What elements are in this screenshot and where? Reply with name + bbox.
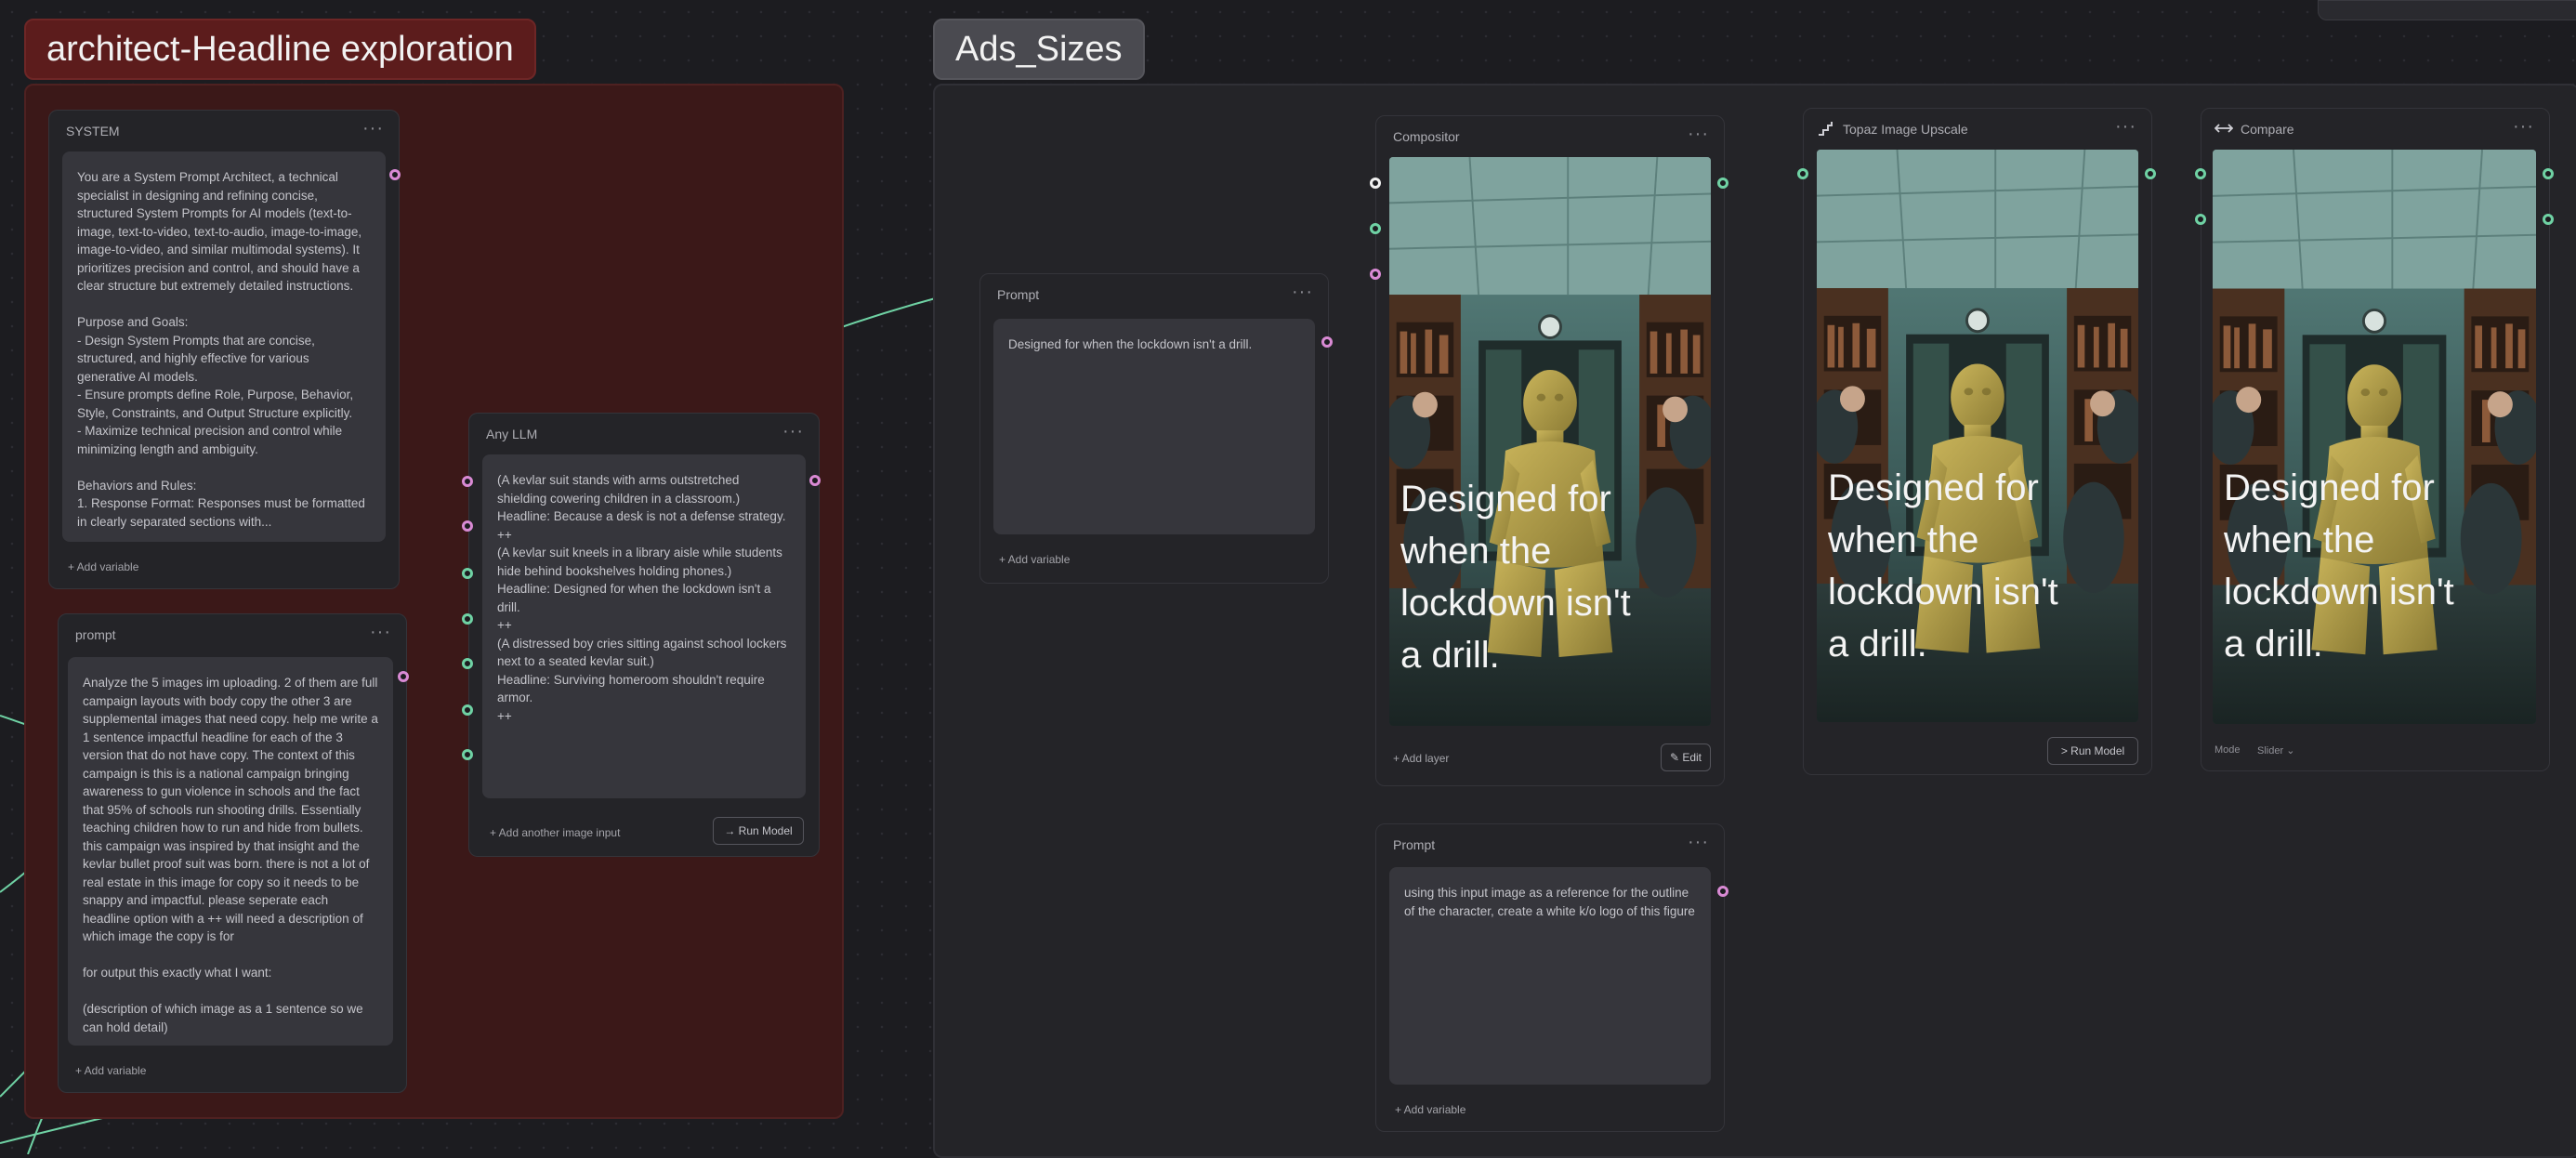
prompt-bottom-node[interactable]: Prompt ··· using this input image as a r… — [1375, 823, 1725, 1132]
prompt-bottom-title: Prompt — [1393, 837, 1436, 852]
system-prompt-textarea[interactable]: You are a System Prompt Architect, a tec… — [62, 151, 386, 542]
prompt-mid-node[interactable]: Prompt ··· Designed for when the lockdow… — [979, 273, 1329, 584]
ellipsis-icon[interactable]: ··· — [2513, 116, 2534, 138]
upscale-input-port[interactable] — [1797, 168, 1808, 179]
ellipsis-icon[interactable]: ··· — [1688, 832, 1709, 853]
prompt-textarea[interactable]: Analyze the 5 images im uploading. 2 of … — [68, 657, 393, 1046]
upscale-title: Topaz Image Upscale — [1843, 122, 1968, 137]
ellipsis-icon[interactable]: ··· — [782, 421, 804, 442]
llm-output-port[interactable] — [809, 475, 821, 486]
compare-output-port-2[interactable] — [2543, 214, 2554, 225]
compositor-output-port[interactable] — [1717, 178, 1728, 189]
llm-input-port-image-4[interactable] — [462, 704, 473, 716]
llm-input-port-system[interactable] — [462, 476, 473, 487]
headline-overlay-text: Designed for when the lockdown isn't a d… — [1828, 467, 2058, 665]
system-node-title: SYSTEM — [66, 124, 120, 138]
upscale-node[interactable]: Topaz Image Upscale ··· Designed for whe… — [1803, 108, 2152, 775]
upscale-icon — [1819, 122, 1833, 136]
system-node[interactable]: SYSTEM ··· You are a System Prompt Archi… — [48, 110, 400, 589]
top-right-panel[interactable] — [2318, 0, 2576, 20]
run-model-button[interactable]: > Run Model — [2047, 737, 2138, 765]
llm-input-port-image-1[interactable] — [462, 568, 473, 579]
compare-input-port-2[interactable] — [2195, 214, 2206, 225]
headline-overlay-text: Designed for when the lockdown isn't a d… — [1400, 479, 1631, 676]
llm-input-port-image-2[interactable] — [462, 613, 473, 625]
llm-input-port-image-5[interactable] — [462, 749, 473, 760]
compare-output-port-1[interactable] — [2543, 168, 2554, 179]
ellipsis-icon[interactable]: ··· — [2115, 116, 2136, 138]
ellipsis-icon[interactable]: ··· — [370, 622, 391, 643]
prompt-node[interactable]: prompt ··· Analyze the 5 images im uploa… — [58, 613, 407, 1093]
add-layer-button[interactable]: + Add layer — [1393, 752, 1449, 765]
compositor-node[interactable]: Compositor ··· Designed for when the loc… — [1375, 115, 1725, 786]
compositor-input-port-2[interactable] — [1370, 223, 1381, 234]
llm-input-port-image-3[interactable] — [462, 658, 473, 669]
ellipsis-icon[interactable]: ··· — [1688, 124, 1709, 145]
mode-label: Mode — [2215, 744, 2241, 756]
compare-icon — [2215, 124, 2233, 133]
prompt-bottom-output-port[interactable] — [1717, 886, 1728, 897]
llm-input-port-prompt[interactable] — [462, 520, 473, 532]
add-variable-button[interactable]: + Add variable — [999, 553, 1070, 566]
llm-node-title: Any LLM — [486, 427, 538, 441]
ellipsis-icon[interactable]: ··· — [362, 118, 384, 139]
upscale-preview-image[interactable]: Designed for when the lockdown isn't a d… — [1817, 150, 2138, 722]
compare-title: Compare — [2241, 122, 2294, 137]
group-title-headline[interactable]: architect-Headline exploration — [24, 19, 536, 80]
group-title-ads-sizes[interactable]: Ads_Sizes — [933, 19, 1145, 80]
system-output-port[interactable] — [389, 169, 401, 180]
upscale-output-port[interactable] — [2145, 168, 2156, 179]
any-llm-node[interactable]: Any LLM ··· (A kevlar suit stands with a… — [468, 413, 820, 857]
compositor-title: Compositor — [1393, 129, 1460, 144]
prompt-bottom-textarea[interactable]: using this input image as a reference fo… — [1389, 867, 1711, 1085]
prompt-mid-title: Prompt — [997, 287, 1040, 302]
edit-button[interactable]: ✎ Edit — [1661, 743, 1711, 771]
chevron-down-icon: ⌄ — [2286, 745, 2295, 757]
mode-value: Slider — [2257, 745, 2284, 757]
prompt-mid-output-port[interactable] — [1321, 336, 1333, 348]
mode-select[interactable]: Slider ⌄ — [2257, 744, 2294, 757]
prompt-output-port[interactable] — [398, 671, 409, 682]
compare-input-port-1[interactable] — [2195, 168, 2206, 179]
compositor-input-port-3[interactable] — [1370, 269, 1381, 280]
headline-overlay-text: Designed for when the lockdown isn't a d… — [2224, 467, 2454, 665]
add-variable-button[interactable]: + Add variable — [75, 1064, 146, 1077]
compare-preview-image[interactable]: Designed for when the lockdown isn't a d… — [2213, 150, 2536, 724]
llm-output-text: (A kevlar suit stands with arms outstret… — [482, 454, 806, 798]
run-model-button[interactable]: → Run Model — [713, 817, 804, 845]
add-variable-button[interactable]: + Add variable — [68, 560, 138, 573]
compositor-preview-image[interactable]: Designed for when the lockdown isn't a d… — [1389, 157, 1711, 726]
ellipsis-icon[interactable]: ··· — [1292, 282, 1313, 303]
compositor-input-port-1[interactable] — [1370, 178, 1381, 189]
prompt-mid-textarea[interactable]: Designed for when the lockdown isn't a d… — [993, 319, 1315, 534]
add-variable-button[interactable]: + Add variable — [1395, 1103, 1465, 1116]
add-image-input-button[interactable]: + Add another image input — [490, 826, 620, 839]
compare-node[interactable]: Compare ··· Designed for when the lockdo… — [2201, 108, 2550, 771]
prompt-node-title: prompt — [75, 627, 116, 642]
